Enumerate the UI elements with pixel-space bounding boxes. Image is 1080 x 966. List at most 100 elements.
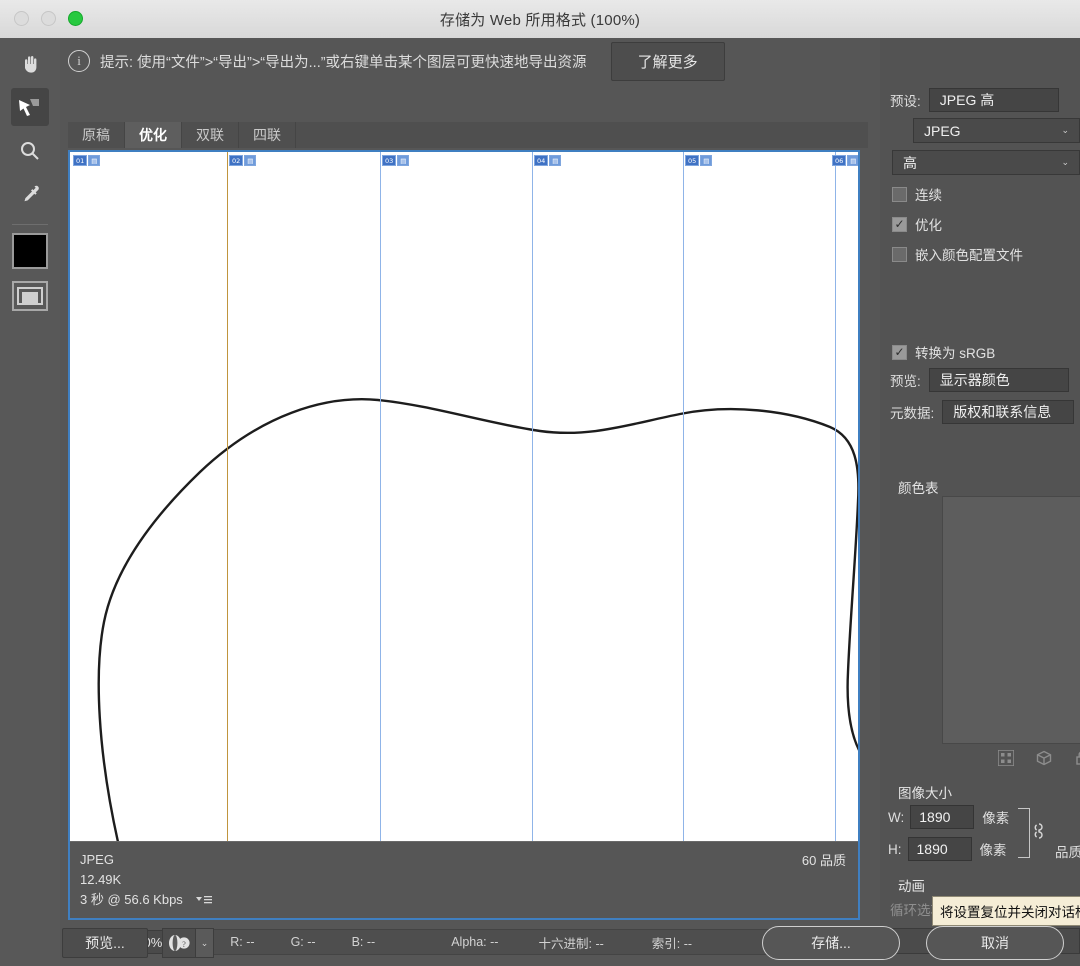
quality-preset-select[interactable]: 高 ⌄ (892, 150, 1080, 175)
color-table-swatches[interactable] (942, 496, 1080, 744)
tab-4up[interactable]: 四联 (239, 122, 296, 148)
slice-badge-04[interactable]: 04 ▤ (534, 155, 562, 166)
slice-guide-05 (683, 152, 684, 842)
checkbox-box[interactable] (892, 186, 907, 202)
tab-2up[interactable]: 双联 (182, 122, 239, 148)
window-titlebar[interactable]: 存储为 Web 所用格式 (100%) (0, 0, 1080, 39)
tools-divider (12, 224, 48, 225)
settings-panel: 预设: JPEG 高 JPEG ⌄ 高 ⌄ 连续 ✓ 优化 嵌入颜色配置文件 ✓… (880, 38, 1080, 966)
height-unit: 像素 (979, 843, 1007, 858)
checkbox-optimized[interactable]: ✓ 优化 (892, 214, 942, 234)
checkbox-box[interactable]: ✓ (892, 344, 907, 360)
slice-type-icon: ▤ (700, 155, 713, 166)
cancel-button[interactable]: 取消 (926, 926, 1064, 960)
height-label: H: (888, 841, 902, 857)
tab-original[interactable]: 原稿 (68, 122, 125, 148)
slice-type-icon: ▤ (244, 155, 257, 166)
dialog-footer: 预览... ? ⌄ 存储... 取消 (0, 920, 1080, 966)
save-for-web-window: 存储为 Web 所用格式 (100%) i 提示: 使用“文件”>“导出”>“导… (0, 0, 1080, 966)
export-hint-banner: i 提示: 使用“文件”>“导出”>“导出为...”或右键单击某个图层可更快速地… (60, 38, 880, 84)
cube-icon[interactable] (1036, 750, 1052, 771)
checkbox-embed-color-profile[interactable]: 嵌入颜色配置文件 (892, 244, 1023, 264)
checkbox-box[interactable]: ✓ (892, 216, 907, 232)
file-format-value: JPEG (924, 122, 961, 139)
browser-preview-icon[interactable]: ? (162, 928, 196, 958)
foreground-color-swatch[interactable] (12, 233, 48, 269)
checkbox-box[interactable] (892, 246, 907, 262)
slice-type-icon: ▤ (549, 155, 562, 166)
image-height-row: H: 1890 像素 (888, 837, 1007, 861)
checkbox-label: 转换为 sRGB (915, 346, 996, 361)
file-format-text: JPEG (80, 852, 114, 867)
window-title: 存储为 Web 所用格式 (100%) (439, 12, 641, 29)
color-table-title: 颜色表 (898, 481, 939, 496)
tab-optimized[interactable]: 优化 (125, 122, 182, 148)
lock-icon[interactable] (1074, 750, 1080, 771)
preset-row: 预设: JPEG 高 (890, 88, 1059, 112)
chevron-down-icon: ⌄ (1061, 157, 1069, 167)
optimized-preview-canvas[interactable]: 01 ▤ 02 ▤ 03 ▤ 04 ▤ 05 ▤ 06 ▤ JPEG 12.49… (68, 150, 860, 920)
slice-guide-06 (835, 152, 836, 842)
optimization-info-strip[interactable]: JPEG 12.49K 3 秒 @ 56.6 Kbps 60 品质 (70, 841, 858, 918)
height-input[interactable]: 1890 (907, 837, 972, 861)
quality-preset-value: 高 (903, 154, 917, 171)
slice-guide-02 (227, 152, 228, 842)
transparency-icon[interactable] (997, 749, 1015, 771)
slice-badge-06[interactable]: 06 ▤ (832, 155, 858, 166)
svg-text:?: ? (182, 940, 186, 949)
metadata-row: 元数据: 版权和联系信息 (890, 400, 1075, 424)
slice-select-tool[interactable] (11, 88, 49, 126)
eyedropper-tool[interactable] (11, 176, 49, 214)
slice-guide-03 (380, 152, 381, 842)
animation-title: 动画 (898, 879, 925, 894)
checkbox-convert-to-srgb[interactable]: ✓ 转换为 sRGB (892, 342, 995, 362)
preview-image[interactable]: 01 ▤ 02 ▤ 03 ▤ 04 ▤ 05 ▤ 06 ▤ (70, 152, 858, 842)
slice-guide-04 (532, 152, 533, 842)
tools-panel (0, 38, 60, 966)
checkbox-progressive[interactable]: 连续 (892, 184, 942, 204)
image-width-row: W: 1890 像素 (888, 805, 1009, 829)
color-table-actions (997, 749, 1080, 771)
zoom-tool[interactable] (11, 132, 49, 170)
preview-color-select[interactable]: 显示器颜色 (928, 368, 1069, 392)
learn-more-button[interactable]: 了解更多 (610, 41, 725, 81)
hand-tool[interactable] (11, 44, 49, 82)
image-size-title: 图像大小 (898, 786, 952, 801)
checkbox-label: 嵌入颜色配置文件 (915, 248, 1023, 263)
metadata-select[interactable]: 版权和联系信息 (942, 400, 1075, 424)
file-format-select[interactable]: JPEG ⌄ (913, 118, 1080, 143)
metadata-label: 元数据: (890, 406, 935, 421)
toggle-slices-visibility-button[interactable] (12, 281, 48, 311)
width-label: W: (888, 809, 905, 825)
quality-text: 60 品质 (801, 853, 846, 868)
download-time-text: 3 秒 @ 56.6 Kbps (80, 892, 183, 907)
hint-text: 提示: 使用“文件”>“导出”>“导出为...”或右键单击某个图层可更快速地导出… (100, 54, 587, 71)
browser-preview-dropdown[interactable]: ? ⌄ (162, 928, 214, 958)
dimension-bracket (1018, 808, 1030, 858)
width-input[interactable]: 1890 (910, 805, 975, 829)
preview-button[interactable]: 预览... (62, 928, 148, 958)
info-flyout-menu-icon[interactable] (196, 895, 213, 905)
info-icon: i (68, 50, 90, 72)
optimization-info-left: JPEG 12.49K 3 秒 @ 56.6 Kbps (80, 850, 213, 910)
save-button[interactable]: 存储... (762, 926, 900, 960)
slice-type-icon: ▤ (847, 155, 858, 166)
preview-color-row: 预览: 显示器颜色 (890, 368, 1069, 392)
width-unit: 像素 (982, 811, 1010, 826)
chain-link-icon[interactable] (1032, 821, 1046, 846)
preset-select[interactable]: JPEG 高 (928, 88, 1059, 112)
slice-type-icon: ▤ (397, 155, 410, 166)
check-icon: ✓ (894, 345, 905, 359)
file-size-text: 12.49K (80, 872, 122, 887)
slice-type-icon: ▤ (88, 155, 101, 166)
slice-badge-05[interactable]: 05 ▤ (685, 155, 713, 166)
slice-badge-02[interactable]: 02 ▤ (229, 155, 257, 166)
window-body: i 提示: 使用“文件”>“导出”>“导出为...”或右键单击某个图层可更快速地… (0, 38, 1080, 966)
slice-badge-03[interactable]: 03 ▤ (382, 155, 410, 166)
preview-tabs: 原稿 优化 双联 四联 (68, 122, 868, 148)
checkbox-label: 优化 (915, 218, 942, 233)
checkbox-label: 连续 (915, 188, 942, 203)
chevron-down-icon: ⌄ (1061, 125, 1069, 135)
slice-badge-01[interactable]: 01 ▤ (73, 155, 101, 166)
chevron-down-icon[interactable]: ⌄ (196, 928, 214, 958)
